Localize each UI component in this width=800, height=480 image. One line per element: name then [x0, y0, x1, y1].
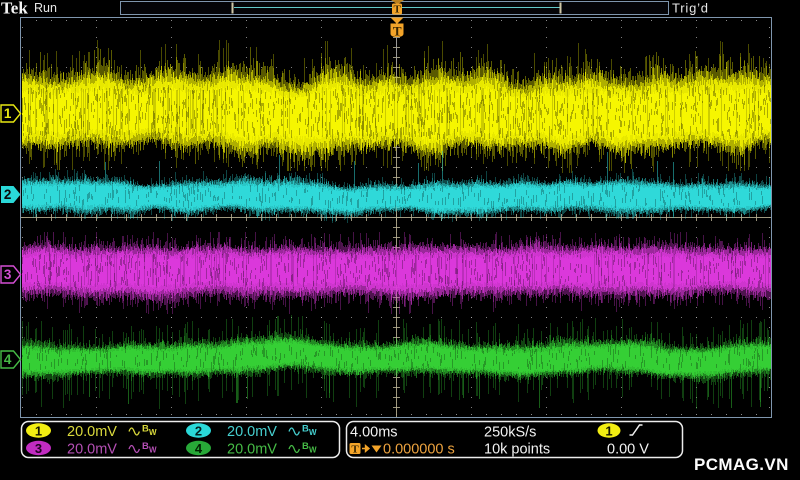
svg-text:1: 1	[605, 423, 612, 438]
svg-text:Trig’d: Trig’d	[672, 1, 709, 16]
svg-text:4.00ms: 4.00ms	[350, 425, 398, 441]
svg-text:20.0mV: 20.0mV	[227, 442, 277, 458]
svg-text:0.00 V: 0.00 V	[607, 442, 649, 458]
svg-text:T: T	[351, 443, 359, 455]
svg-text:W: W	[309, 428, 317, 437]
svg-text:W: W	[149, 428, 157, 437]
svg-text:4: 4	[4, 352, 12, 367]
svg-text:20.0mV: 20.0mV	[67, 424, 117, 440]
svg-text:20.0mV: 20.0mV	[67, 442, 117, 458]
svg-text:W: W	[149, 446, 157, 455]
svg-text:B: B	[142, 424, 149, 435]
svg-text:4: 4	[195, 441, 203, 456]
svg-text:250kS/s: 250kS/s	[484, 425, 536, 441]
svg-text:10k points: 10k points	[484, 442, 550, 458]
svg-text:2: 2	[195, 423, 202, 438]
svg-text:20.0mV: 20.0mV	[227, 424, 277, 440]
svg-text:2: 2	[4, 187, 12, 202]
svg-text:B: B	[142, 441, 149, 452]
svg-text:Tek: Tek	[1, 0, 28, 18]
svg-text:Run: Run	[34, 1, 57, 15]
svg-text:B: B	[302, 441, 309, 452]
svg-text:PCMAG.VN: PCMAG.VN	[694, 455, 789, 474]
svg-text:1: 1	[35, 423, 42, 438]
svg-text:0.000000 s: 0.000000 s	[383, 442, 455, 458]
svg-text:3: 3	[4, 267, 12, 282]
svg-text:T: T	[394, 4, 402, 16]
svg-text:T: T	[393, 24, 402, 39]
svg-text:1: 1	[4, 106, 12, 121]
svg-text:B: B	[302, 424, 309, 435]
svg-text:W: W	[309, 446, 317, 455]
svg-text:3: 3	[35, 441, 42, 456]
